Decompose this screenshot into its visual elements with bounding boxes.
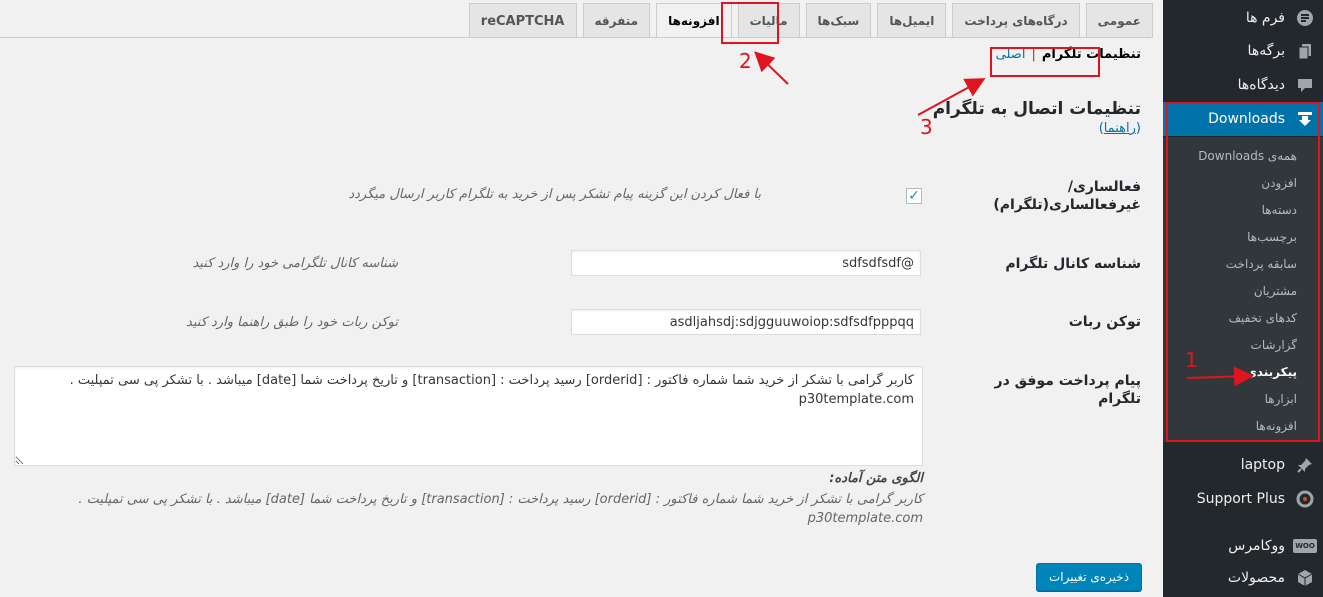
- sidebar-item-woocommerce[interactable]: WOO ووکامرس: [1163, 529, 1323, 563]
- annotation-number-3: 3: [920, 115, 933, 139]
- submenu-extensions[interactable]: افزونه‌ها: [1163, 413, 1323, 440]
- template-text: کاربر گرامی با تشکر از خرید شما شماره فا…: [78, 492, 923, 526]
- tab-taxes[interactable]: مالیات: [737, 3, 800, 38]
- sidebar-item-label: دیدگاه‌ها: [1237, 77, 1285, 93]
- tab-extensions[interactable]: افزونه‌ها: [656, 3, 732, 38]
- guide-paren-open: (: [1135, 121, 1141, 136]
- submenu-all-downloads[interactable]: همه‌ی Downloads: [1163, 143, 1323, 170]
- annotation-number-1: 1: [1185, 348, 1198, 372]
- comments-icon: [1287, 76, 1323, 94]
- channel-description: شناسه کانال تلگرامی خود را وارد کنید: [192, 256, 398, 271]
- downloads-submenu: همه‌ی Downloads افزودن دسته‌ها برچسب‌ها …: [1163, 137, 1323, 442]
- activate-description: با فعال کردن این گزینه پیام تشکر پس از خ…: [348, 187, 761, 202]
- bot-token-description: توکن ربات خود را طبق راهنما وارد کنید: [186, 315, 398, 330]
- sidebar-item-label: برگه‌ها: [1247, 43, 1285, 59]
- sidebar-item-support-plus[interactable]: Support Plus: [1163, 482, 1323, 516]
- sidebar-item-products[interactable]: محصولات: [1163, 561, 1323, 595]
- channel-label: شناسه کانال تلگرام: [1005, 256, 1141, 272]
- sidebar-item-downloads[interactable]: Downloads: [1163, 102, 1323, 136]
- check-icon: ✓: [908, 188, 920, 204]
- submenu-categories[interactable]: دسته‌ها: [1163, 197, 1323, 224]
- tab-emails[interactable]: ایمیل‌ها: [877, 3, 947, 38]
- forms-icon: [1287, 9, 1323, 27]
- activate-checkbox[interactable]: ✓: [906, 188, 922, 204]
- sidebar-item-label: Support Plus: [1196, 491, 1285, 507]
- guide-link-wrapper: (راهنما): [1099, 121, 1141, 136]
- sidebar-item-label: ووکامرس: [1228, 538, 1285, 554]
- woo-badge: WOO: [1293, 539, 1317, 553]
- sidebar-item-label: Downloads: [1208, 111, 1285, 127]
- sidebar-item-laptop[interactable]: laptop: [1163, 448, 1323, 482]
- tab-payment-gateways[interactable]: درگاه‌های پرداخت: [952, 3, 1080, 38]
- pin-icon: [1287, 456, 1323, 474]
- submenu-customers[interactable]: مشتریان: [1163, 278, 1323, 305]
- tab-misc[interactable]: متفرقه: [582, 3, 651, 38]
- tab-general[interactable]: عمومی: [1085, 3, 1153, 38]
- sidebar-item-label: laptop: [1240, 457, 1285, 473]
- submenu-discount-codes[interactable]: کدهای تخفیف: [1163, 305, 1323, 332]
- support-icon: [1287, 490, 1323, 508]
- submenu-payment-history[interactable]: سابقه پرداخت: [1163, 251, 1323, 278]
- subnav-separator: |: [1031, 47, 1036, 62]
- sidebar-item-comments[interactable]: دیدگاه‌ها: [1163, 68, 1323, 102]
- sidebar-item-label: فرم ها: [1245, 10, 1285, 26]
- sidebar-item-pages[interactable]: برگه‌ها: [1163, 34, 1323, 68]
- guide-link[interactable]: راهنما: [1104, 121, 1136, 136]
- settings-tabs: عمومی درگاه‌های پرداخت ایمیل‌ها سبک‌ها م…: [463, 0, 1153, 38]
- tab-recaptcha[interactable]: reCAPTCHA: [468, 3, 577, 38]
- activate-label: فعالساری/غیرفعالساری(تلگرام): [993, 179, 1141, 213]
- submenu-add-new[interactable]: افزودن: [1163, 170, 1323, 197]
- subnav-current: تنظیمات تلگرام: [1041, 47, 1141, 62]
- message-label: پیام پرداخت موفق در تلگرام: [994, 373, 1141, 407]
- sub-navigation: اصلی | تنظیمات تلگرام: [996, 47, 1141, 62]
- bot-token-input[interactable]: [571, 309, 921, 335]
- channel-input[interactable]: [571, 250, 921, 276]
- subnav-main-link[interactable]: اصلی: [996, 47, 1026, 62]
- download-icon: [1287, 110, 1323, 128]
- template-heading: الگوی متن آماده:: [829, 471, 923, 486]
- woocommerce-icon: WOO: [1287, 539, 1323, 553]
- section-title: تنظیمات اتصال به تلگرام: [932, 99, 1141, 119]
- sidebar-item-forms[interactable]: فرم ها: [1163, 1, 1323, 35]
- message-textarea[interactable]: کاربر گرامی با تشکر از خرید شما شماره فا…: [14, 366, 923, 466]
- sidebar-item-label: محصولات: [1227, 570, 1285, 586]
- admin-sidebar: فرم ها برگه‌ها دیدگاه‌ها Downloads همه‌ی…: [1163, 0, 1323, 597]
- save-changes-button[interactable]: ذخیره‌ی تغییرات: [1036, 563, 1142, 591]
- submenu-tools[interactable]: ابزارها: [1163, 386, 1323, 413]
- annotation-number-2: 2: [739, 49, 752, 73]
- bot-token-label: توکن ربات: [1068, 314, 1141, 330]
- settings-main: عمومی درگاه‌های پرداخت ایمیل‌ها سبک‌ها م…: [0, 0, 1163, 597]
- submenu-tags[interactable]: برچسب‌ها: [1163, 224, 1323, 251]
- pages-icon: [1287, 42, 1323, 60]
- tab-styles[interactable]: سبک‌ها: [805, 3, 872, 38]
- products-icon: [1287, 569, 1323, 587]
- tabs-divider: [0, 37, 1151, 38]
